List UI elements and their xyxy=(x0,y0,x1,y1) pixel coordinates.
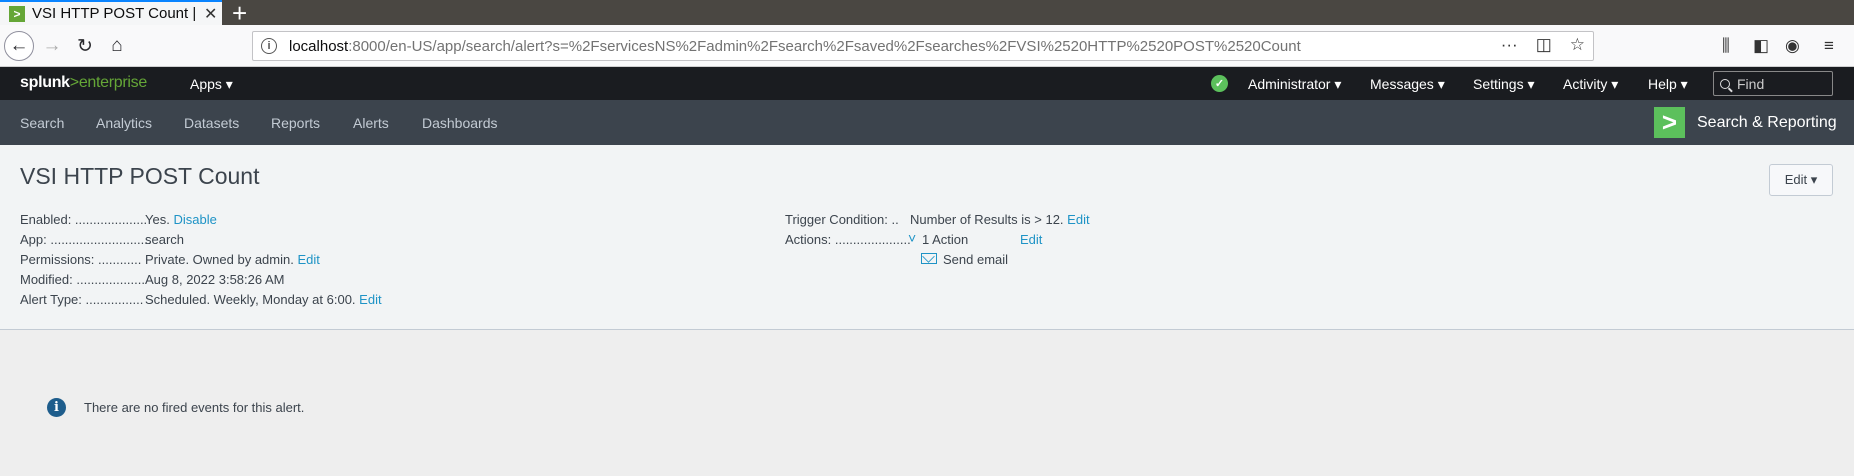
splunk-logo[interactable]: splunk>enterprise xyxy=(20,74,147,92)
trigger-edit-link[interactable]: Edit xyxy=(1067,212,1089,227)
alert-type-value: Scheduled. Weekly, Monday at 6:00. Edit xyxy=(145,292,382,307)
apps-menu[interactable]: Apps ▾ xyxy=(190,76,233,93)
url-text[interactable]: localhost:8000/en-US/app/search/alert?s=… xyxy=(289,38,1301,55)
activity-menu[interactable]: Activity ▾ xyxy=(1563,76,1618,93)
trigger-value: Number of Results is > 12. Edit xyxy=(910,212,1090,227)
logo-main: splunk xyxy=(20,74,70,91)
app-row: App: ............................ search xyxy=(20,232,184,247)
email-icon xyxy=(921,253,937,264)
menu-hamburger-icon[interactable]: ≡ xyxy=(1824,36,1834,56)
info-icon: i xyxy=(47,398,66,417)
reload-icon[interactable]: ↻ xyxy=(71,32,99,60)
actions-chevron-icon[interactable]: ˅ xyxy=(908,230,916,246)
tab-title: VSI HTTP POST Count | Sp xyxy=(32,5,200,22)
permissions-label: Permissions: ............ xyxy=(20,252,142,267)
app-value: search xyxy=(145,232,185,247)
page-actions-icon[interactable]: ··· xyxy=(1501,35,1518,55)
forward-arrow-icon[interactable]: → xyxy=(38,32,66,60)
bookmark-star-icon[interactable]: ☆ xyxy=(1570,35,1585,55)
search-reporting-logo-icon: > xyxy=(1654,107,1685,138)
nav-item-alerts[interactable]: Alerts xyxy=(353,115,389,131)
edit-dropdown-button[interactable]: Edit ▾ xyxy=(1769,164,1833,196)
splunk-top-bar: splunk>enterprise Apps ▾ ✓ Administrator… xyxy=(0,67,1854,100)
alert-type-label: Alert Type: ................ xyxy=(20,292,144,307)
browser-tab-bar: > VSI HTTP POST Count | Sp ✕ + xyxy=(0,0,1854,28)
nav-item-search[interactable]: Search xyxy=(20,115,64,131)
logo-product: enterprise xyxy=(78,74,147,91)
account-icon[interactable]: ◉ xyxy=(1785,36,1800,56)
health-ok-icon[interactable]: ✓ xyxy=(1211,75,1228,92)
app-nav-bar: Search Analytics Datasets Reports Alerts… xyxy=(0,100,1854,145)
permissions-edit-link[interactable]: Edit xyxy=(297,252,319,267)
send-email-label: Send email xyxy=(943,252,1009,267)
find-placeholder: Find xyxy=(1737,75,1765,92)
actions-edit-link[interactable]: Edit xyxy=(1020,232,1042,247)
url-path: :8000/en-US/app/search/alert?s=%2Fservic… xyxy=(348,37,1301,55)
back-arrow-icon[interactable]: ← xyxy=(4,31,34,61)
page-title: VSI HTTP POST Count xyxy=(20,163,260,189)
search-icon xyxy=(1720,78,1730,89)
modified-label: Modified: ................... xyxy=(20,272,145,287)
library-icon[interactable]: ⫼ xyxy=(1722,36,1730,56)
tab-close-icon[interactable]: ✕ xyxy=(204,4,217,24)
nav-item-datasets[interactable]: Datasets xyxy=(184,115,239,131)
trigger-row: Trigger Condition: .. Number of Results … xyxy=(785,212,1090,227)
alert-type-row: Alert Type: ................ Scheduled. … xyxy=(20,292,382,307)
nav-item-dashboards[interactable]: Dashboards xyxy=(422,115,498,131)
browser-tab[interactable]: > VSI HTTP POST Count | Sp ✕ xyxy=(0,0,222,25)
administrator-menu[interactable]: Administrator ▾ xyxy=(1248,76,1341,93)
nav-item-analytics[interactable]: Analytics xyxy=(96,115,152,131)
home-icon[interactable]: ⌂ xyxy=(103,32,131,60)
permissions-value: Private. Owned by admin. Edit xyxy=(145,252,320,267)
browser-toolbar: ← → ↻ ⌂ i localhost:8000/en-US/app/searc… xyxy=(0,25,1854,67)
splunk-favicon-icon: > xyxy=(9,5,25,22)
enabled-row: Enabled: .................... Yes. Disab… xyxy=(20,212,217,227)
enabled-label: Enabled: .................... xyxy=(20,212,148,227)
nav-item-reports[interactable]: Reports xyxy=(271,115,320,131)
actions-count[interactable]: 1 Action xyxy=(922,232,968,247)
enabled-value: Yes. Disable xyxy=(145,212,217,227)
sidebar-icon[interactable]: ◧ xyxy=(1753,36,1769,56)
find-input[interactable]: Find xyxy=(1713,71,1833,96)
alert-header: VSI HTTP POST Count Edit ▾ Enabled: ....… xyxy=(0,145,1854,330)
settings-menu[interactable]: Settings ▾ xyxy=(1473,76,1535,93)
trigger-label: Trigger Condition: .. xyxy=(785,212,899,227)
messages-menu[interactable]: Messages ▾ xyxy=(1370,76,1445,93)
site-info-icon[interactable]: i xyxy=(261,38,277,54)
help-menu[interactable]: Help ▾ xyxy=(1648,76,1688,93)
url-host: localhost xyxy=(289,37,349,55)
modified-value: Aug 8, 2022 3:58:26 AM xyxy=(145,272,285,287)
url-bar[interactable]: i localhost:8000/en-US/app/search/alert?… xyxy=(252,31,1594,61)
logo-gt: > xyxy=(69,74,79,91)
app-title: Search & Reporting xyxy=(1697,114,1837,131)
disable-link[interactable]: Disable xyxy=(173,212,216,227)
permissions-row: Permissions: ............ Private. Owned… xyxy=(20,252,320,267)
actions-row: Actions: ..................... ˅ 1 Actio… xyxy=(785,230,1042,247)
no-events-message: There are no fired events for this alert… xyxy=(84,400,305,415)
actions-label: Actions: ..................... xyxy=(785,232,911,247)
app-label: App: ............................ xyxy=(20,232,152,247)
modified-row: Modified: ................... Aug 8, 202… xyxy=(20,272,285,287)
pocket-icon[interactable]: ◫ xyxy=(1536,35,1552,55)
alert-type-edit-link[interactable]: Edit xyxy=(359,292,381,307)
